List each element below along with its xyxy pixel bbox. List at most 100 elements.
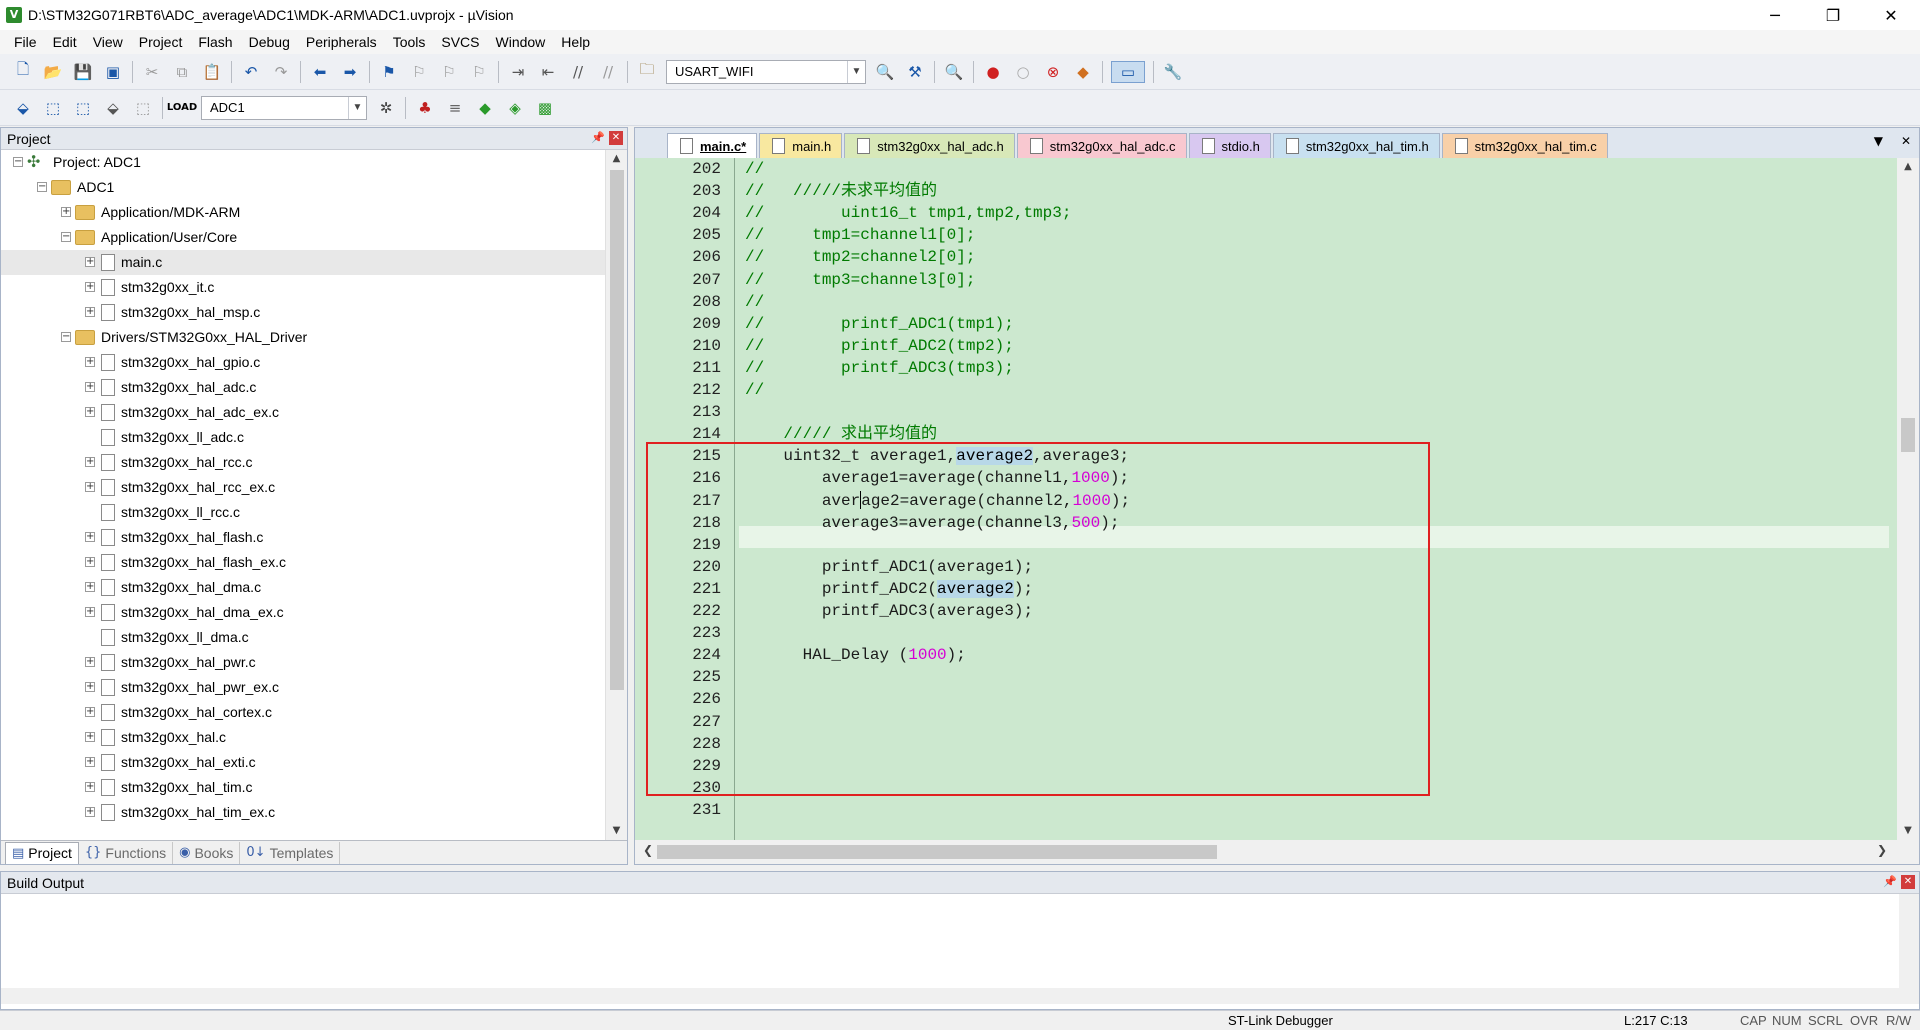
tree-item-file[interactable]: + stm32g0xx_hal.c <box>1 725 605 750</box>
clear-bookmarks-icon[interactable]: ⚐ <box>468 61 490 83</box>
target-combo[interactable]: ADC1 ▼ <box>201 95 367 120</box>
editor-tab[interactable]: stm32g0xx_hal_tim.c <box>1441 133 1608 158</box>
find-combo[interactable]: USART_WIFI ▼ <box>666 59 866 84</box>
uncomment-icon[interactable]: // <box>597 61 619 83</box>
disable-all-breakpoints-icon[interactable]: ◆ <box>1072 61 1094 83</box>
tree-item-file[interactable]: stm32g0xx_ll_rcc.c <box>1 500 605 525</box>
expand-icon[interactable]: + <box>85 707 95 717</box>
expand-icon[interactable]: + <box>85 682 95 692</box>
expand-icon[interactable]: + <box>85 732 95 742</box>
collapse-icon[interactable]: − <box>13 157 23 167</box>
next-bookmark-icon[interactable]: ⚐ <box>438 61 460 83</box>
tree-item-folder[interactable]: − ADC1 <box>1 175 605 200</box>
copy-icon[interactable]: ⧉ <box>171 61 193 83</box>
expand-icon[interactable]: + <box>85 757 95 767</box>
debug-session-icon[interactable]: 🔍 <box>943 61 965 83</box>
menu-flash[interactable]: Flash <box>190 34 240 50</box>
pin-icon[interactable]: 📌 <box>591 131 605 144</box>
code-area[interactable]: 202 203 204 205 206 207 208 209 210 211 212 213 214 2… <box>635 158 1919 840</box>
rebuild-icon[interactable]: ⬚ <box>72 97 94 119</box>
find-icon[interactable]: 🔍 <box>874 61 896 83</box>
expand-icon[interactable]: + <box>85 557 95 567</box>
expand-icon[interactable]: + <box>85 482 95 492</box>
nav-forward-icon[interactable]: ➡ <box>339 61 361 83</box>
tree-item-file[interactable]: + stm32g0xx_it.c <box>1 275 605 300</box>
expand-icon[interactable]: + <box>85 582 95 592</box>
load-icon[interactable]: LOAD <box>167 97 197 119</box>
minimize-button[interactable]: ─ <box>1746 0 1804 30</box>
tree-item-file[interactable]: + stm32g0xx_hal_dma.c <box>1 575 605 600</box>
unindent-icon[interactable]: ⇤ <box>537 61 559 83</box>
menu-window[interactable]: Window <box>488 34 554 50</box>
editor-tab[interactable]: main.h <box>759 133 843 158</box>
cut-icon[interactable]: ✂ <box>141 61 163 83</box>
tree-item-file[interactable]: + stm32g0xx_hal_msp.c <box>1 300 605 325</box>
close-button[interactable]: ✕ <box>1862 0 1920 30</box>
expand-icon[interactable]: + <box>85 357 95 367</box>
editor-tab[interactable]: main.c* <box>667 133 758 158</box>
tree-item-project[interactable]: − ✣ Project: ADC1 <box>1 150 605 175</box>
paste-icon[interactable]: 📋 <box>201 61 223 83</box>
menu-debug[interactable]: Debug <box>241 34 298 50</box>
translate-icon[interactable]: ⬙ <box>12 97 34 119</box>
editor-horizontal-scrollbar[interactable]: ❮ ❯ <box>635 840 1919 864</box>
close-tab-icon[interactable]: ✕ <box>1901 134 1911 148</box>
menu-help[interactable]: Help <box>553 34 598 50</box>
batch-build-icon[interactable]: ⬙ <box>102 97 124 119</box>
menu-edit[interactable]: Edit <box>45 34 85 50</box>
expand-icon[interactable]: + <box>85 807 95 817</box>
scroll-down-icon[interactable]: ▼ <box>1897 822 1919 840</box>
prev-bookmark-icon[interactable]: ⚐ <box>408 61 430 83</box>
tree-item-folder[interactable]: − Drivers/STM32G0xx_HAL_Driver <box>1 325 605 350</box>
open-file-icon[interactable]: 📂 <box>42 61 64 83</box>
expand-icon[interactable]: + <box>85 282 95 292</box>
tree-item-file[interactable]: + stm32g0xx_hal_tim_ex.c <box>1 800 605 825</box>
tree-item-file[interactable]: + stm32g0xx_hal_rcc_ex.c <box>1 475 605 500</box>
build-output-vertical-scrollbar[interactable] <box>1899 894 1919 1004</box>
expand-icon[interactable]: + <box>85 607 95 617</box>
tree-item-folder[interactable]: − Application/User/Core <box>1 225 605 250</box>
menu-tools[interactable]: Tools <box>385 34 434 50</box>
select-packs-icon[interactable]: ≡ <box>444 97 466 119</box>
window-layout-icon[interactable]: ▭ <box>1111 60 1145 83</box>
bookmark-icon[interactable]: ⚑ <box>378 61 400 83</box>
editor-tab[interactable]: stm32g0xx_hal_adc.h <box>844 133 1015 158</box>
scrollbar-thumb[interactable] <box>657 845 1217 859</box>
options-for-target-icon[interactable]: ✲ <box>375 97 397 119</box>
tab-books[interactable]: ◉ Books <box>173 841 241 864</box>
editor-tab[interactable]: stm32g0xx_hal_adc.c <box>1016 133 1187 158</box>
expand-icon[interactable]: + <box>85 532 95 542</box>
build-output-text[interactable] <box>1 894 1919 1004</box>
close-icon[interactable]: ✕ <box>1901 875 1915 889</box>
menu-project[interactable]: Project <box>131 34 191 50</box>
expand-icon[interactable]: + <box>61 207 71 217</box>
manage-project-items-icon[interactable]: ♣ <box>414 97 436 119</box>
chevron-down-icon[interactable]: ▼ <box>348 96 366 119</box>
restore-button[interactable]: ❐ <box>1804 0 1862 30</box>
tree-item-file[interactable]: + main.c <box>1 250 605 275</box>
save-icon[interactable]: 💾 <box>72 61 94 83</box>
expand-icon[interactable]: + <box>85 407 95 417</box>
tree-item-file[interactable]: + stm32g0xx_hal_exti.c <box>1 750 605 775</box>
scroll-right-icon[interactable]: ❯ <box>1877 843 1887 857</box>
expand-icon[interactable]: + <box>85 657 95 667</box>
tab-templates[interactable]: 0↓ Templates <box>240 841 341 864</box>
software-packs-icon[interactable]: ▩ <box>534 97 556 119</box>
tree-item-file[interactable]: + stm32g0xx_hal_flash.c <box>1 525 605 550</box>
build-icon[interactable]: ⬚ <box>42 97 64 119</box>
tab-functions[interactable]: {} Functions <box>79 841 174 864</box>
manage-rte-icon[interactable]: ◆ <box>474 97 496 119</box>
expand-icon[interactable]: + <box>85 782 95 792</box>
project-tree-scrollbar[interactable]: ▲ ▼ <box>605 150 627 840</box>
tree-item-file[interactable]: + stm32g0xx_hal_dma_ex.c <box>1 600 605 625</box>
kill-breakpoints-icon[interactable]: ⊗ <box>1042 61 1064 83</box>
editor-tab[interactable]: stdio.h <box>1188 133 1271 158</box>
new-file-icon[interactable]: 🗋 <box>12 60 34 83</box>
collapse-icon[interactable]: − <box>61 332 71 342</box>
tree-item-file[interactable]: + stm32g0xx_hal_flash_ex.c <box>1 550 605 575</box>
indent-icon[interactable]: ⇥ <box>507 61 529 83</box>
undo-icon[interactable]: ↶ <box>240 61 262 83</box>
menu-view[interactable]: View <box>85 34 131 50</box>
expand-icon[interactable]: + <box>85 382 95 392</box>
build-output-horizontal-scrollbar[interactable] <box>1 988 1899 1004</box>
